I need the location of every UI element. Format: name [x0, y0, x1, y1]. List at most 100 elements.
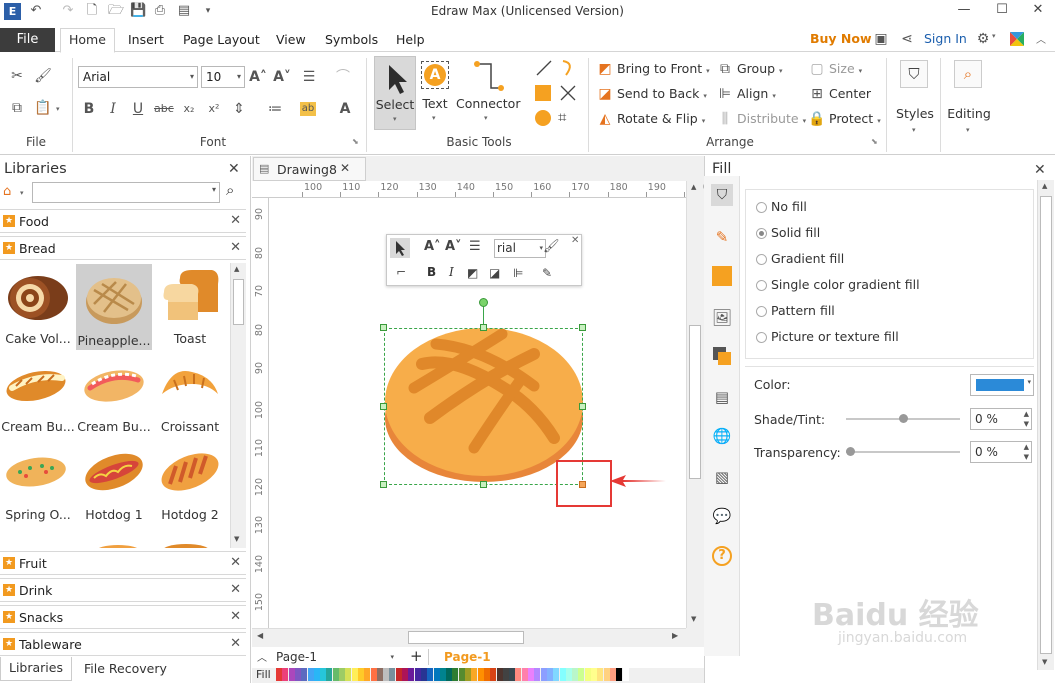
- mini-send-back-icon[interactable]: ◪: [489, 266, 500, 280]
- maximize-icon[interactable]: ☐: [984, 0, 1020, 22]
- tab-help[interactable]: Help: [392, 30, 429, 52]
- align-button[interactable]: Align ▾: [737, 86, 776, 101]
- library-home-icon[interactable]: ⌂: [3, 184, 19, 200]
- close-category-icon[interactable]: ✕: [230, 240, 241, 255]
- mini-bring-front-icon[interactable]: ◩: [467, 266, 478, 280]
- paste-dropdown-icon[interactable]: ▾: [56, 105, 60, 113]
- connector-tool-button[interactable]: Connector ▾: [456, 56, 520, 130]
- shape-croissant[interactable]: Croissant: [152, 350, 228, 436]
- close-fill-panel-icon[interactable]: ✕: [1034, 162, 1046, 178]
- file-menu-button[interactable]: File: [0, 28, 55, 52]
- page-tab-active[interactable]: Page-1: [444, 650, 491, 664]
- document-side-icon[interactable]: ▤: [711, 386, 733, 408]
- library-category-fruit[interactable]: ★ Fruit ✕: [0, 551, 246, 575]
- font-size-select[interactable]: 10 ▾: [201, 66, 245, 88]
- distribute-icon[interactable]: ⫼: [716, 110, 734, 128]
- resize-handle-l[interactable]: [380, 403, 387, 410]
- mini-bold-icon[interactable]: B: [427, 265, 436, 279]
- library-category-food[interactable]: ★ Food ✕: [0, 209, 246, 233]
- rectangle-tool-icon[interactable]: [535, 85, 551, 101]
- copy-icon[interactable]: ⧉: [8, 99, 26, 117]
- protect-lock-icon[interactable]: 🔒: [808, 110, 826, 128]
- library-search-input[interactable]: ▾: [32, 182, 220, 203]
- mini-grow-font-icon[interactable]: A˄: [424, 239, 441, 254]
- rotate-flip-button[interactable]: Rotate & Flip ▾: [617, 111, 705, 126]
- rotate-flip-icon[interactable]: ◭: [596, 110, 614, 128]
- editing-button[interactable]: ⌕ Editing ▾: [944, 58, 994, 142]
- tab-insert[interactable]: Insert: [124, 30, 168, 52]
- mini-align-objects-icon[interactable]: ⊫: [513, 266, 523, 280]
- align-text-icon[interactable]: ☰: [300, 68, 318, 86]
- resize-handle-b[interactable]: [480, 481, 487, 488]
- canvas-horizontal-scrollbar[interactable]: ◀ ▶: [252, 628, 686, 646]
- canvas-vertical-scrollbar[interactable]: ▲ ▼: [686, 181, 703, 628]
- document-tab[interactable]: ▤ Drawing8 ✕: [253, 157, 366, 181]
- library-scrollbar[interactable]: ▲ ▼: [230, 263, 246, 548]
- mini-select-icon[interactable]: [390, 238, 410, 258]
- arc-tool-icon[interactable]: [558, 58, 578, 78]
- crop-icon[interactable]: ⌗: [558, 108, 578, 128]
- shape-spring-onion-bun[interactable]: Spring O...: [0, 438, 76, 524]
- resize-handle-tr[interactable]: [579, 324, 586, 331]
- protect-button[interactable]: Protect ▾: [829, 111, 881, 126]
- image-side-icon[interactable]: 🖼: [711, 307, 733, 329]
- shape-hotdog-2[interactable]: Hotdog 2: [152, 438, 228, 524]
- send-to-back-button[interactable]: Send to Back ▾: [617, 86, 707, 101]
- group-button[interactable]: Group ▾: [737, 61, 783, 76]
- superscript-icon[interactable]: x²: [205, 100, 223, 118]
- align-icon[interactable]: ⊫: [716, 85, 734, 103]
- underline-icon[interactable]: U: [129, 100, 147, 118]
- mini-align-icon[interactable]: ☰: [469, 239, 481, 254]
- help-side-icon[interactable]: ?: [712, 546, 732, 566]
- shrink-font-icon[interactable]: A˅: [273, 68, 291, 86]
- bring-to-front-icon[interactable]: ◩: [596, 60, 614, 78]
- size-icon[interactable]: ▢: [808, 60, 826, 78]
- cut-icon[interactable]: ✂: [8, 67, 26, 85]
- shape-cream-bun-1[interactable]: Cream Bu...: [0, 350, 76, 436]
- size-button[interactable]: Size ▾: [829, 61, 862, 76]
- close-libraries-icon[interactable]: ✕: [228, 161, 240, 177]
- color-palette[interactable]: [276, 668, 632, 681]
- tab-libraries[interactable]: Libraries: [0, 657, 72, 681]
- font-dialog-launcher-icon[interactable]: ⬊: [352, 137, 359, 146]
- minimize-icon[interactable]: —: [946, 0, 982, 22]
- buy-now-link[interactable]: Buy Now: [810, 31, 872, 46]
- line-spacing-icon[interactable]: ⇕: [230, 100, 248, 118]
- close-category-icon[interactable]: ✕: [230, 555, 241, 570]
- cart-icon[interactable]: ▣: [872, 30, 890, 48]
- layer-side-icon[interactable]: [711, 345, 733, 367]
- grow-font-icon[interactable]: A˄: [249, 68, 267, 86]
- mini-font-select[interactable]: rial ▾: [494, 239, 546, 258]
- ellipse-tool-icon[interactable]: [535, 110, 551, 126]
- group-icon[interactable]: ⧉: [716, 60, 734, 78]
- resize-handle-r[interactable]: [579, 403, 586, 410]
- crop-tool-icon[interactable]: [558, 83, 578, 103]
- shape-hotdog-1[interactable]: Hotdog 1: [76, 438, 152, 524]
- font-family-select[interactable]: Arial ▾: [78, 66, 198, 88]
- close-category-icon[interactable]: ✕: [230, 636, 241, 651]
- library-category-tableware[interactable]: ★ Tableware ✕: [0, 632, 246, 656]
- mini-connector-icon[interactable]: ⌐: [396, 265, 406, 279]
- comment-side-icon[interactable]: 💬: [711, 505, 733, 527]
- rotation-handle[interactable]: [479, 298, 488, 307]
- mini-toolbar-close-icon[interactable]: ✕: [571, 235, 579, 246]
- sign-in-link[interactable]: Sign In: [924, 31, 967, 46]
- settings-dropdown-icon[interactable]: ▾: [992, 32, 996, 40]
- bold-icon[interactable]: B: [80, 100, 98, 118]
- close-category-icon[interactable]: ✕: [230, 609, 241, 624]
- close-category-icon[interactable]: ✕: [230, 582, 241, 597]
- settings-gear-icon[interactable]: ⚙: [974, 30, 992, 48]
- line-side-icon[interactable]: ✎: [711, 226, 733, 248]
- mini-format-painter-icon[interactable]: 🖌: [543, 239, 560, 254]
- library-search-icon[interactable]: ⌕: [226, 181, 234, 199]
- shape-cream-bun-2[interactable]: Cream Bu...: [76, 350, 152, 436]
- navigation-side-icon[interactable]: 🌐: [711, 425, 733, 447]
- collapse-ribbon-icon[interactable]: ︿: [1036, 31, 1046, 46]
- styles-button[interactable]: ⛉ Styles ▾: [892, 58, 938, 142]
- arrange-dialog-launcher-icon[interactable]: ⬊: [871, 137, 878, 146]
- tab-file-recovery[interactable]: File Recovery: [84, 661, 167, 676]
- tab-home[interactable]: Home: [60, 28, 115, 53]
- share-icon[interactable]: ⋖: [898, 30, 916, 48]
- subscript-icon[interactable]: x₂: [180, 100, 198, 118]
- send-to-back-icon[interactable]: ◪: [596, 85, 614, 103]
